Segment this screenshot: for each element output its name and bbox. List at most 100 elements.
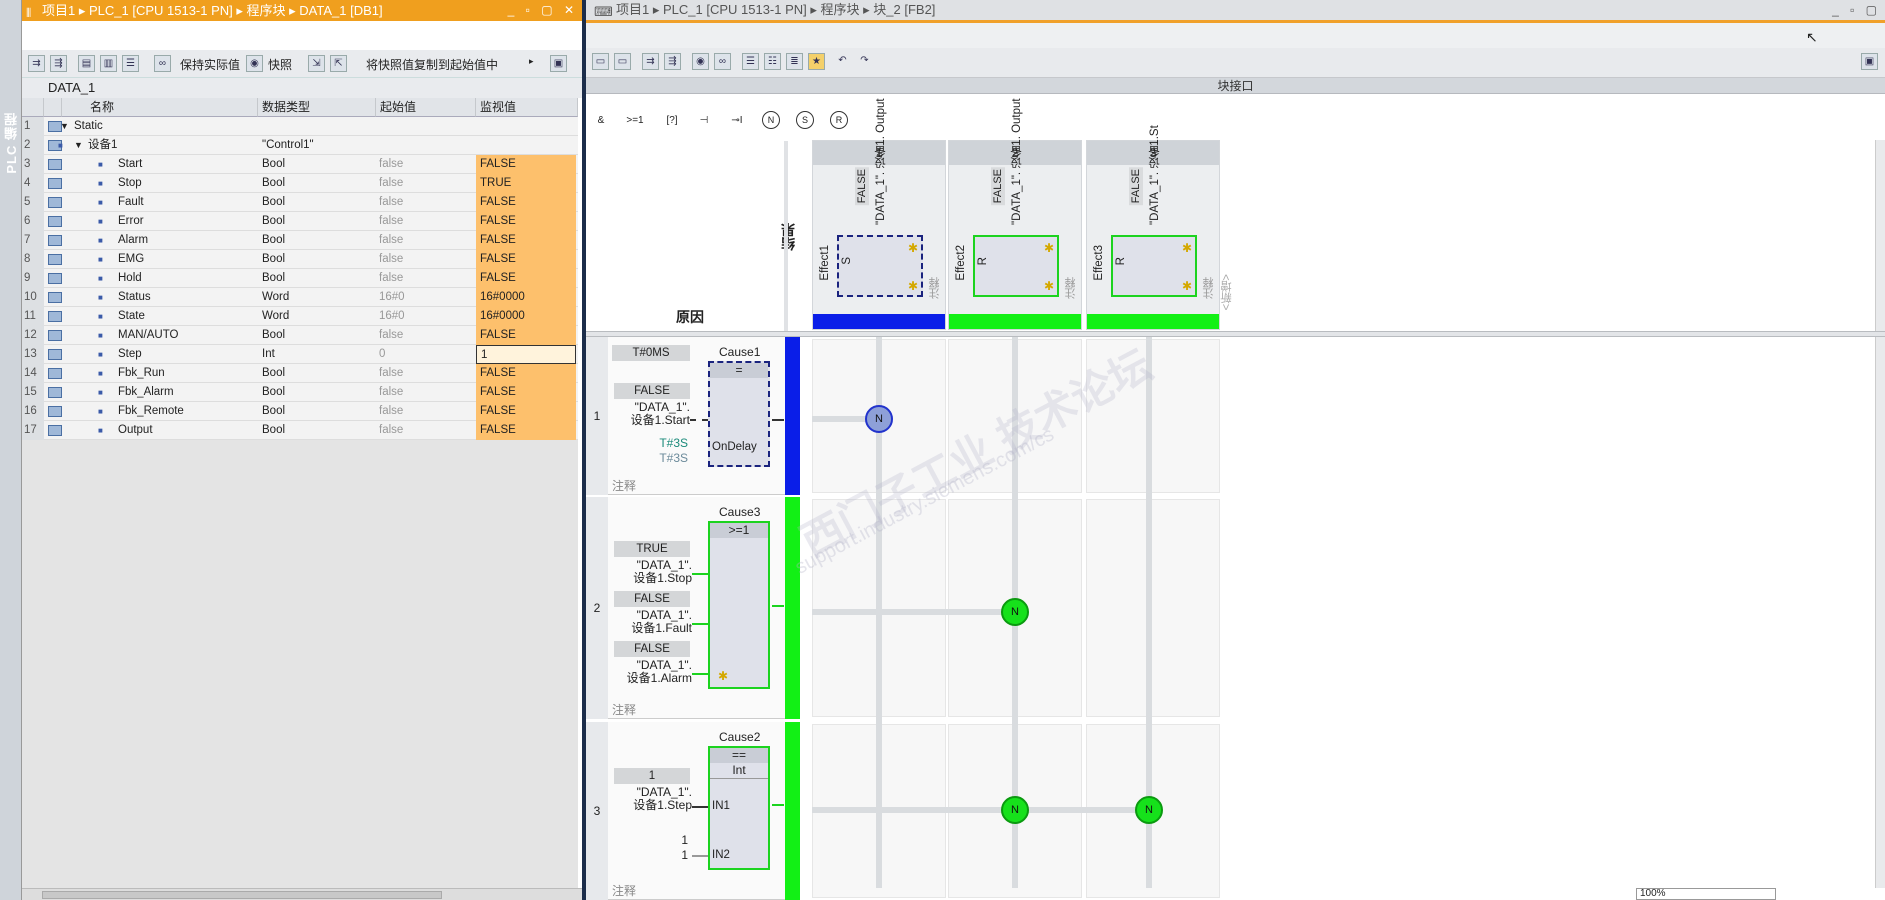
table-row[interactable]: 3 ■ Start Bool false FALSE (22, 155, 578, 174)
toolbar-icon-7[interactable]: ☰ (742, 53, 759, 70)
insert-row-icon[interactable]: ⇉ (28, 55, 45, 72)
cause-row[interactable]: 2 Cause3 TRUE "DATA_1". 设备1.Stop FALSE "DATA_1… (586, 497, 800, 719)
toolbar-icon-9[interactable]: ≣ (786, 53, 803, 70)
intersection-node[interactable]: N (1001, 598, 1029, 626)
table-row[interactable]: 7 ■ Alarm Bool false FALSE (22, 231, 578, 250)
table-row[interactable]: 16 ■ Fbk_Remote Bool false FALSE (22, 402, 578, 421)
effect-box[interactable]: R ✱ ✱ (973, 235, 1059, 297)
table-row[interactable]: 6 ■ Error Bool false FALSE (22, 212, 578, 231)
cause-row[interactable]: 1 Cause1 T#0MS FALSE "DATA_1". 设备1.Start T#3S T… (586, 337, 800, 495)
header-start-value[interactable]: 起始值 (376, 98, 476, 117)
var-start-value[interactable] (379, 117, 475, 136)
var-start-value[interactable]: false (379, 402, 475, 421)
snapshot-button[interactable]: 快照 (268, 56, 292, 73)
var-datatype[interactable]: Bool (262, 155, 374, 174)
var-name[interactable]: Fbk_Remote (118, 402, 252, 421)
matrix-cell[interactable] (1086, 499, 1220, 717)
var-monitor-value[interactable]: FALSE (476, 231, 576, 250)
var-monitor-value[interactable]: FALSE (476, 269, 576, 288)
var-start-value[interactable]: false (379, 174, 475, 193)
var-datatype[interactable]: Word (262, 288, 374, 307)
toolbar-icon-8[interactable]: ☷ (764, 53, 781, 70)
var-start-value[interactable]: 16#0 (379, 288, 475, 307)
table-row[interactable]: 5 ■ Fault Bool false FALSE (22, 193, 578, 212)
table-row[interactable]: 10 ■ Status Word 16#0 16#0000 (22, 288, 578, 307)
intersection-node[interactable]: N (1001, 796, 1029, 824)
keep-actual-button[interactable]: 保持实际值 (180, 56, 240, 73)
toolbar-icon-3[interactable]: ⇉ (642, 53, 659, 70)
var-monitor-value[interactable]: TRUE (476, 174, 576, 193)
collapse-icon[interactable]: ▥ (100, 55, 117, 72)
var-datatype[interactable]: Bool (262, 250, 374, 269)
var-monitor-value[interactable]: FALSE (476, 193, 576, 212)
var-datatype[interactable]: Word (262, 307, 374, 326)
var-name[interactable]: Hold (118, 269, 252, 288)
var-name[interactable]: State (118, 307, 252, 326)
monitor-icon[interactable]: ∞ (714, 53, 731, 70)
layout-icon[interactable]: ▣ (550, 55, 567, 72)
header-monitor-value[interactable]: 监视值 (476, 98, 578, 117)
function-box[interactable]: = OnDelay (708, 361, 770, 467)
cause-comment[interactable]: 注释 (612, 701, 636, 718)
function-box[interactable]: >=1 ✱ (708, 521, 770, 689)
var-monitor-value[interactable]: FALSE (476, 250, 576, 269)
var-name[interactable]: Output (118, 421, 252, 440)
table-row[interactable]: 11 ■ State Word 16#0 16#0000 (22, 307, 578, 326)
var-start-value[interactable]: false (379, 193, 475, 212)
var-name[interactable]: Fbk_Run (118, 364, 252, 383)
function-box[interactable]: == Int IN1 IN2 (708, 746, 770, 870)
effect-column[interactable]: 2FALSE"DATA_1". 设备1. OutputEffect2 R ✱ ✱… (948, 98, 1082, 330)
var-name[interactable]: Status (118, 288, 252, 307)
cause-row[interactable]: 3 Cause2 1 "DATA_1". 设备1.Step 1 1 == Int IN1 I… (586, 722, 800, 900)
var-datatype[interactable]: "Control1" (262, 136, 374, 155)
matrix-cell[interactable] (1086, 339, 1220, 493)
var-start-value[interactable]: false (379, 250, 475, 269)
var-datatype[interactable]: Bool (262, 269, 374, 288)
table-row[interactable]: 9 ■ Hold Bool false FALSE (22, 269, 578, 288)
or-operator[interactable]: >=1 (622, 111, 648, 131)
goto-icon[interactable]: ↶ (834, 53, 851, 70)
var-start-value[interactable]: false (379, 155, 475, 174)
window-controls[interactable]: _ ▫ ▢ ✕ (508, 0, 578, 21)
var-datatype[interactable]: Bool (262, 231, 374, 250)
var-name[interactable]: Step (118, 345, 252, 364)
var-start-value[interactable]: false (379, 326, 475, 345)
var-monitor-value[interactable]: FALSE (476, 364, 576, 383)
var-start-value[interactable]: false (379, 212, 475, 231)
table-row[interactable]: 1 ▼ Static (22, 117, 578, 136)
var-monitor-value[interactable]: FALSE (476, 402, 576, 421)
cause-comment[interactable]: 注释 (612, 477, 636, 494)
and-operator[interactable]: & (594, 111, 608, 131)
scroll-thumb[interactable] (42, 891, 442, 899)
var-datatype[interactable]: Bool (262, 212, 374, 231)
box-operator[interactable]: [?] (662, 111, 682, 131)
var-start-value[interactable]: false (379, 364, 475, 383)
var-name[interactable]: Fault (118, 193, 252, 212)
list-icon[interactable]: ☰ (122, 55, 139, 72)
var-name[interactable]: Alarm (118, 231, 252, 250)
copy-icon[interactable]: ⇱ (330, 55, 347, 72)
var-datatype[interactable]: Int (262, 345, 374, 364)
matrix-vscroll[interactable] (1875, 337, 1885, 888)
toolbar-icon-1[interactable]: ▭ (592, 53, 609, 70)
table-row[interactable]: 4 ■ Stop Bool false TRUE (22, 174, 578, 193)
var-start-value[interactable] (379, 136, 475, 155)
var-datatype[interactable]: Bool (262, 326, 374, 345)
var-monitor-value[interactable]: 16#0000 (476, 307, 576, 326)
n-operator[interactable]: N (762, 111, 780, 129)
header-vscroll[interactable] (1875, 140, 1885, 332)
var-name[interactable]: Static (74, 117, 252, 136)
var-name[interactable]: MAN/AUTO (118, 326, 252, 345)
zoom-field[interactable]: 100% (1636, 888, 1776, 900)
table-row[interactable]: 17 ■ Output Bool false FALSE (22, 421, 578, 440)
effect-column[interactable]: 1FALSE"DATA_1". 设备1. OutputEffect1 S ✱ ✱… (812, 98, 946, 330)
horizontal-scrollbar[interactable] (22, 888, 582, 900)
var-monitor-value[interactable]: FALSE (476, 212, 576, 231)
intersection-node[interactable]: N (1135, 796, 1163, 824)
cause-comment[interactable]: 注释 (612, 882, 636, 899)
load-start-icon[interactable]: ⇲ (308, 55, 325, 72)
header-datatype[interactable]: 数据类型 (258, 98, 376, 117)
var-start-value[interactable]: 16#0 (379, 307, 475, 326)
var-name[interactable]: 设备1 (88, 136, 252, 155)
effect-box[interactable]: R ✱ ✱ (1111, 235, 1197, 297)
